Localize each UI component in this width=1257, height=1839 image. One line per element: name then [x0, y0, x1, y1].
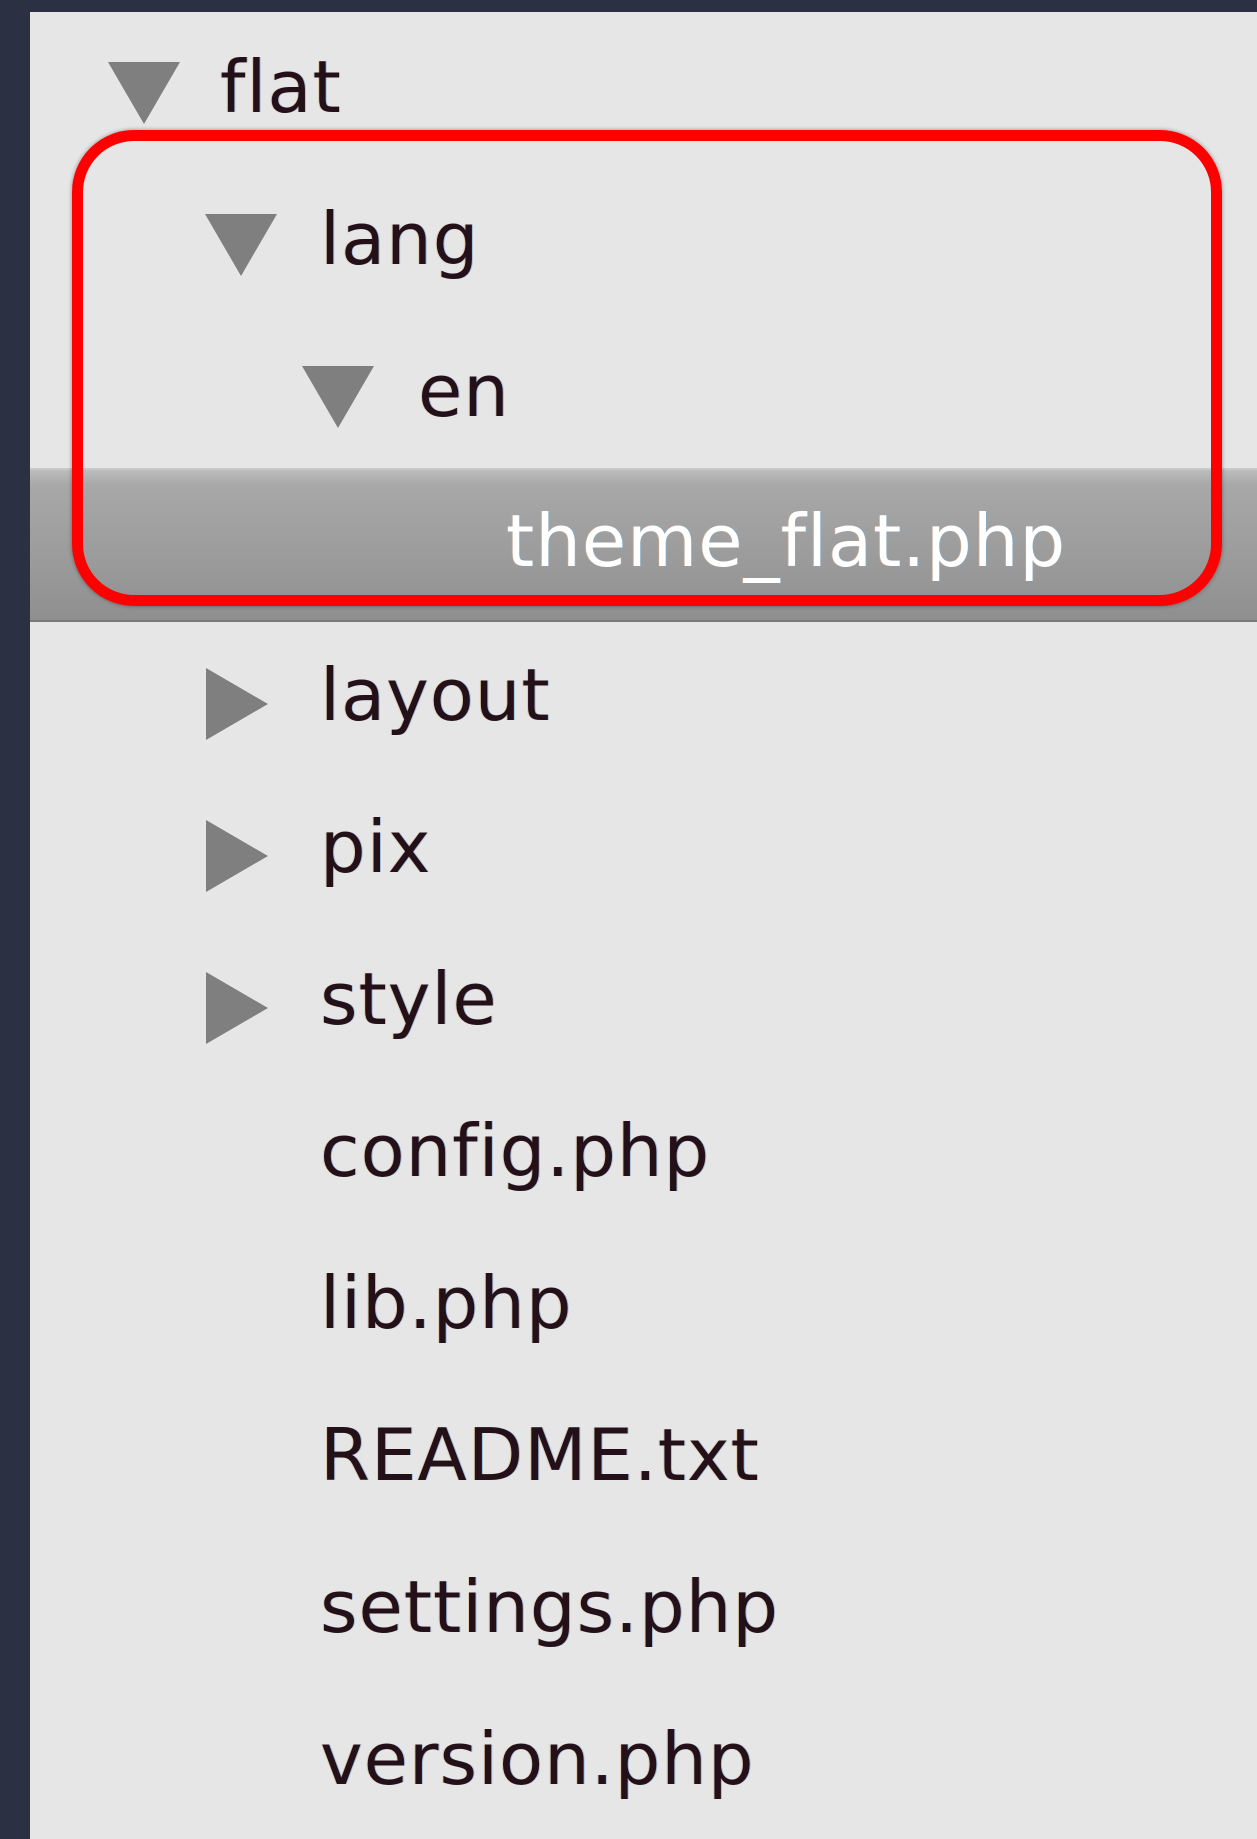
tree-item-label: pix	[320, 805, 432, 889]
tree-item-theme-flat-php[interactable]: theme_flat.php	[30, 468, 1257, 622]
tree-item-label: layout	[320, 653, 551, 737]
collapsed-triangle-icon[interactable]	[206, 972, 268, 1044]
tree-item-style[interactable]: style	[30, 924, 1257, 1076]
tree-item-pix[interactable]: pix	[30, 772, 1257, 924]
tree-item-layout[interactable]: layout	[30, 620, 1257, 772]
tree-item-en[interactable]: en	[30, 316, 1257, 468]
file-tree: flat lang en theme_flat.php layout pix s…	[30, 12, 1257, 1839]
tree-item-lang[interactable]: lang	[30, 164, 1257, 316]
tree-item-flat[interactable]: flat	[30, 12, 1257, 164]
tree-item-readme-txt[interactable]: README.txt	[30, 1380, 1257, 1532]
tree-item-label: style	[320, 957, 498, 1041]
tree-item-label: flat	[220, 45, 342, 129]
tree-item-label: README.txt	[320, 1413, 760, 1497]
tree-item-label: lang	[320, 197, 480, 281]
expanded-triangle-icon[interactable]	[108, 62, 180, 124]
tree-item-settings-php[interactable]: settings.php	[30, 1532, 1257, 1684]
collapsed-triangle-icon[interactable]	[206, 820, 268, 892]
file-tree-panel: flat lang en theme_flat.php layout pix s…	[30, 12, 1257, 1839]
tree-item-config-php[interactable]: config.php	[30, 1076, 1257, 1228]
tree-item-label: lib.php	[320, 1261, 573, 1345]
expanded-triangle-icon[interactable]	[302, 366, 374, 428]
tree-item-label: en	[418, 349, 510, 433]
tree-item-lib-php[interactable]: lib.php	[30, 1228, 1257, 1380]
tree-item-label: settings.php	[320, 1565, 780, 1649]
expanded-triangle-icon[interactable]	[205, 214, 277, 276]
tree-item-label: config.php	[320, 1109, 711, 1193]
collapsed-triangle-icon[interactable]	[206, 668, 268, 740]
tree-item-label: theme_flat.php	[506, 499, 1067, 583]
tree-item-version-php[interactable]: version.php	[30, 1684, 1257, 1836]
tree-item-label: version.php	[320, 1717, 755, 1801]
